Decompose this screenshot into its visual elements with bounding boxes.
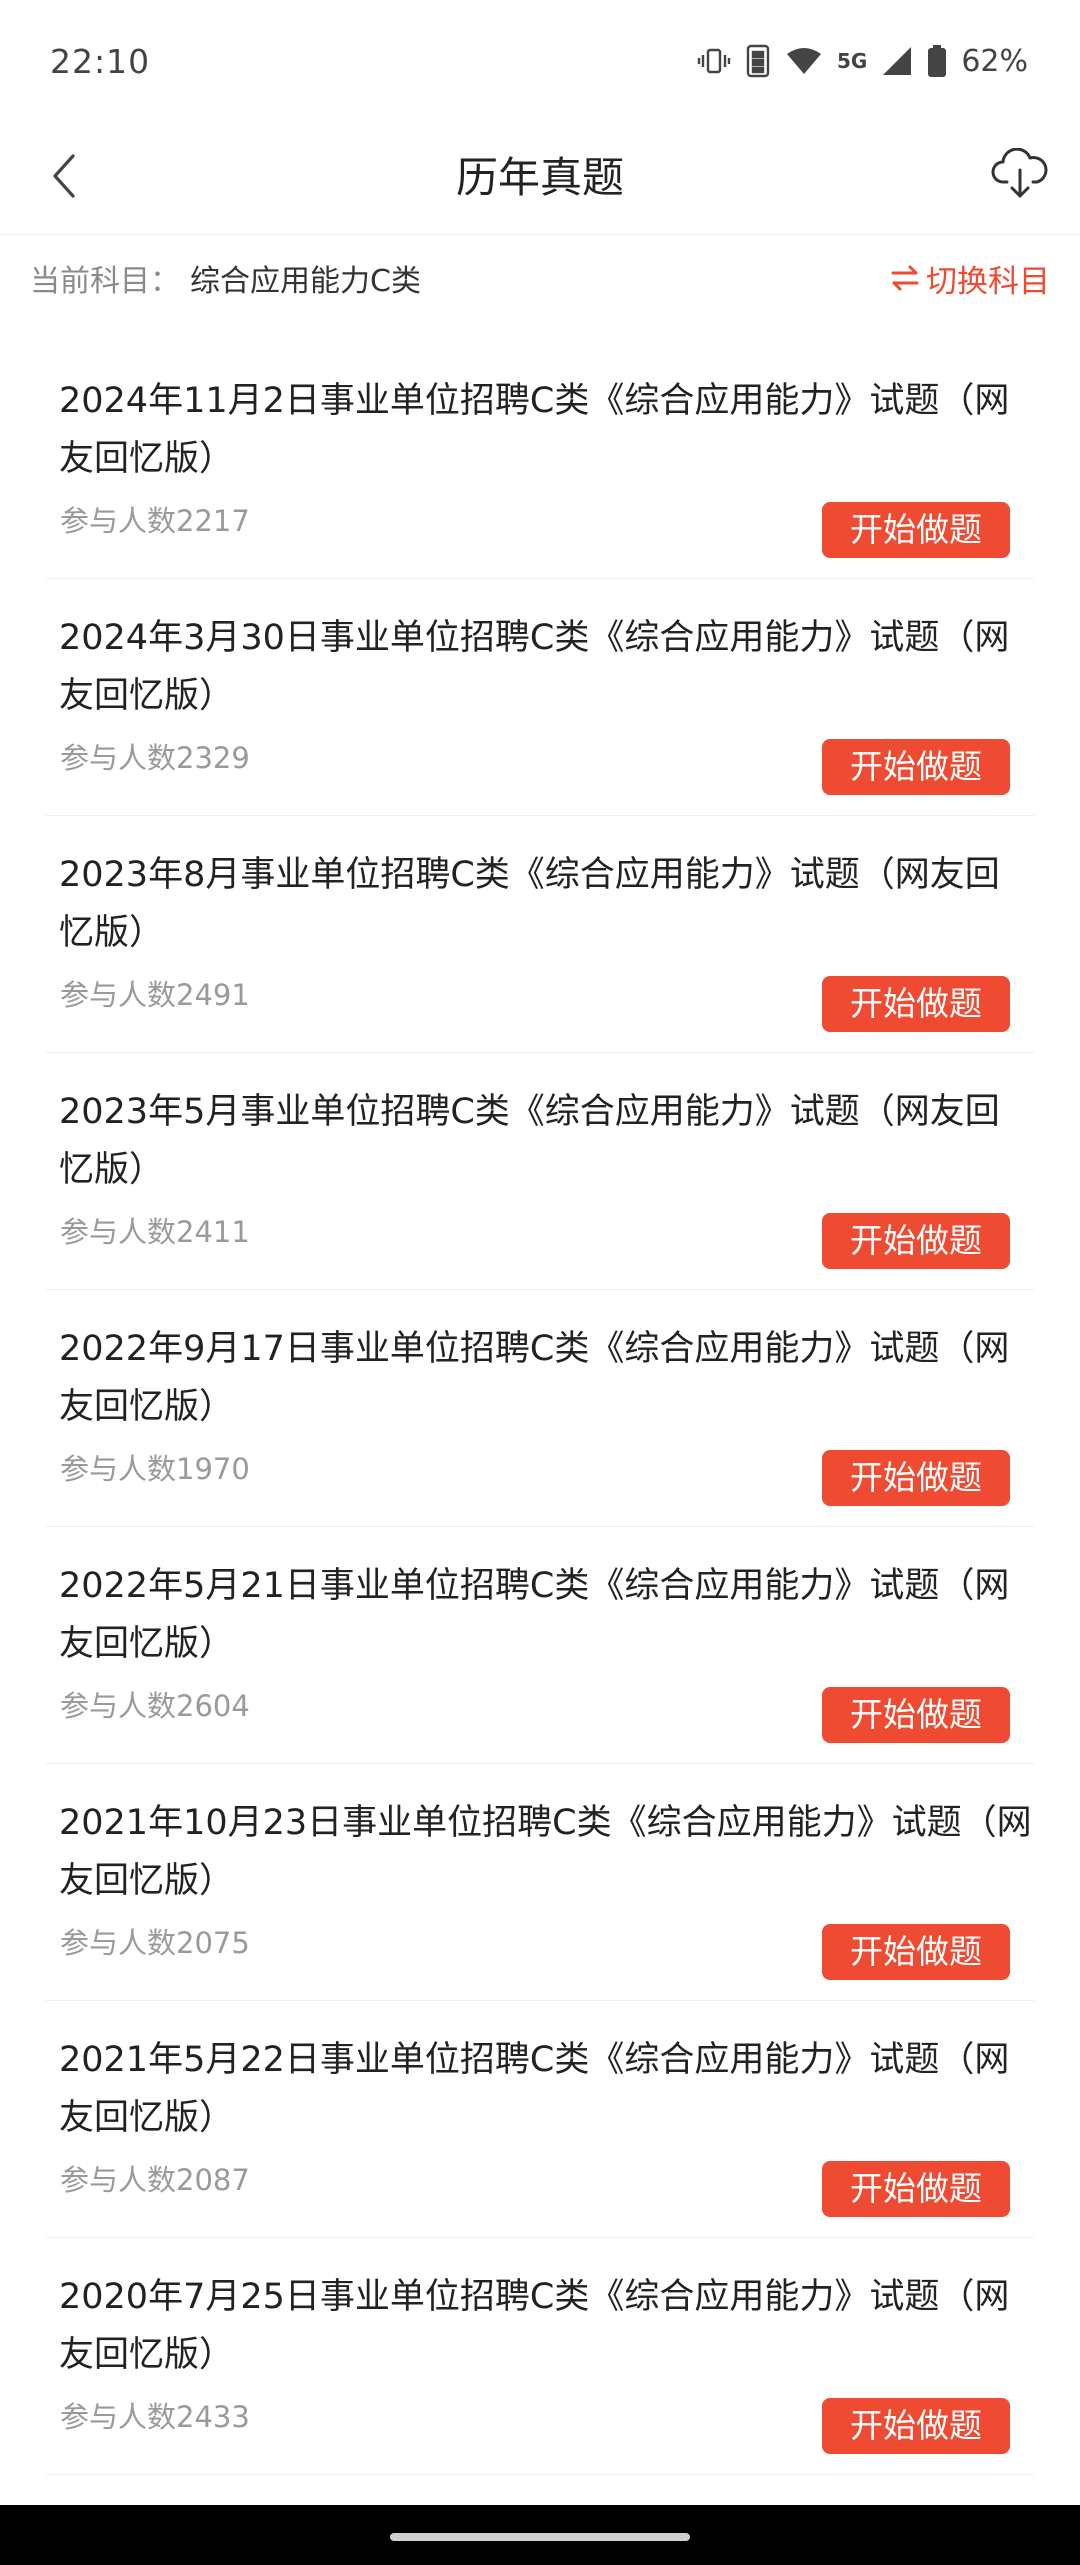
start-practice-button[interactable]: 开始做题 (822, 976, 1010, 1032)
exam-list: 2024年11月2日事业单位招聘C类《综合应用能力》试题（网友回忆版） 参与人数… (46, 342, 1034, 2475)
start-practice-button[interactable]: 开始做题 (822, 2161, 1010, 2217)
exam-title: 2021年10月23日事业单位招聘C类《综合应用能力》试题（网友回忆版） (59, 1803, 1032, 1901)
exam-title: 2023年8月事业单位招聘C类《综合应用能力》试题（网友回忆版） (59, 855, 1000, 953)
page-title: 历年真题 (455, 153, 624, 202)
battery-icon (927, 44, 947, 78)
subject-bar: 当前科目： 综合应用能力C类 切换科目 (0, 236, 1080, 320)
list-item[interactable]: 2024年3月30日事业单位招聘C类《综合应用能力》试题（网友回忆版） 参与人数… (46, 579, 1034, 816)
status-icons: 5G 62% (697, 44, 1028, 79)
list-item[interactable]: 2021年10月23日事业单位招聘C类《综合应用能力》试题（网友回忆版） 参与人… (46, 1764, 1034, 2001)
list-item[interactable]: 2020年7月25日事业单位招聘C类《综合应用能力》试题（网友回忆版） 参与人数… (46, 2238, 1034, 2475)
exam-title: 2022年5月21日事业单位招聘C类《综合应用能力》试题（网友回忆版） (59, 1566, 1010, 1664)
status-bar: 22:10 5G 62% (0, 0, 1080, 122)
list-item[interactable]: 2021年5月22日事业单位招聘C类《综合应用能力》试题（网友回忆版） 参与人数… (46, 2001, 1034, 2238)
sim-card-icon (745, 44, 771, 78)
participant-count: 参与人数2604 (60, 1689, 250, 1723)
exam-title: 2020年7月25日事业单位招聘C类《综合应用能力》试题（网友回忆版） (59, 2277, 1010, 2375)
status-time: 22:10 (50, 41, 151, 81)
start-practice-button[interactable]: 开始做题 (822, 739, 1010, 795)
system-navigation-bar (0, 2505, 1080, 2565)
participant-count: 参与人数2087 (60, 2163, 250, 2197)
current-subject-name: 综合应用能力C类 (190, 264, 421, 299)
participant-count: 参与人数2075 (60, 1926, 250, 1960)
participant-count: 参与人数2329 (60, 741, 250, 775)
exam-title: 2021年5月22日事业单位招聘C类《综合应用能力》试题（网友回忆版） (59, 2040, 1010, 2138)
list-item[interactable]: 2024年11月2日事业单位招聘C类《综合应用能力》试题（网友回忆版） 参与人数… (46, 342, 1034, 579)
participant-count: 参与人数2411 (60, 1215, 250, 1249)
cloud-download-icon (991, 147, 1049, 204)
start-practice-button[interactable]: 开始做题 (822, 1450, 1010, 1506)
participant-count: 参与人数2433 (60, 2400, 250, 2434)
swap-arrows-icon (890, 264, 920, 292)
switch-subject-label: 切换科目 (926, 263, 1050, 300)
participant-count: 参与人数2217 (60, 504, 250, 538)
switch-subject-button[interactable]: 切换科目 (890, 256, 1050, 301)
list-item[interactable]: 2023年5月事业单位招聘C类《综合应用能力》试题（网友回忆版） 参与人数241… (46, 1053, 1034, 1290)
current-subject-label: 当前科目： (30, 264, 180, 299)
start-practice-button[interactable]: 开始做题 (822, 1213, 1010, 1269)
download-button[interactable] (982, 138, 1058, 214)
vibrate-icon (697, 44, 731, 78)
exam-title: 2024年11月2日事业单位招聘C类《综合应用能力》试题（网友回忆版） (59, 381, 1010, 479)
home-indicator[interactable] (390, 2533, 690, 2541)
participant-count: 参与人数1970 (60, 1452, 250, 1486)
list-item[interactable]: 2022年5月21日事业单位招聘C类《综合应用能力》试题（网友回忆版） 参与人数… (46, 1527, 1034, 1764)
start-practice-button[interactable]: 开始做题 (822, 1687, 1010, 1743)
start-practice-button[interactable]: 开始做题 (822, 2398, 1010, 2454)
start-practice-button[interactable]: 开始做题 (822, 1924, 1010, 1980)
nav-bar: 历年真题 (0, 122, 1080, 235)
start-practice-button[interactable]: 开始做题 (822, 502, 1010, 558)
exam-title: 2023年5月事业单位招聘C类《综合应用能力》试题（网友回忆版） (59, 1092, 1000, 1190)
exam-title: 2024年3月30日事业单位招聘C类《综合应用能力》试题（网友回忆版） (59, 618, 1010, 716)
signal-icon (881, 45, 913, 77)
wifi-icon (785, 44, 823, 78)
network-type: 5G (836, 49, 868, 73)
battery-level: 62% (961, 43, 1028, 79)
exam-title: 2022年9月17日事业单位招聘C类《综合应用能力》试题（网友回忆版） (59, 1329, 1010, 1427)
list-item[interactable]: 2022年9月17日事业单位招聘C类《综合应用能力》试题（网友回忆版） 参与人数… (46, 1290, 1034, 1527)
participant-count: 参与人数2491 (60, 978, 250, 1012)
list-item[interactable]: 2023年8月事业单位招聘C类《综合应用能力》试题（网友回忆版） 参与人数249… (46, 816, 1034, 1053)
